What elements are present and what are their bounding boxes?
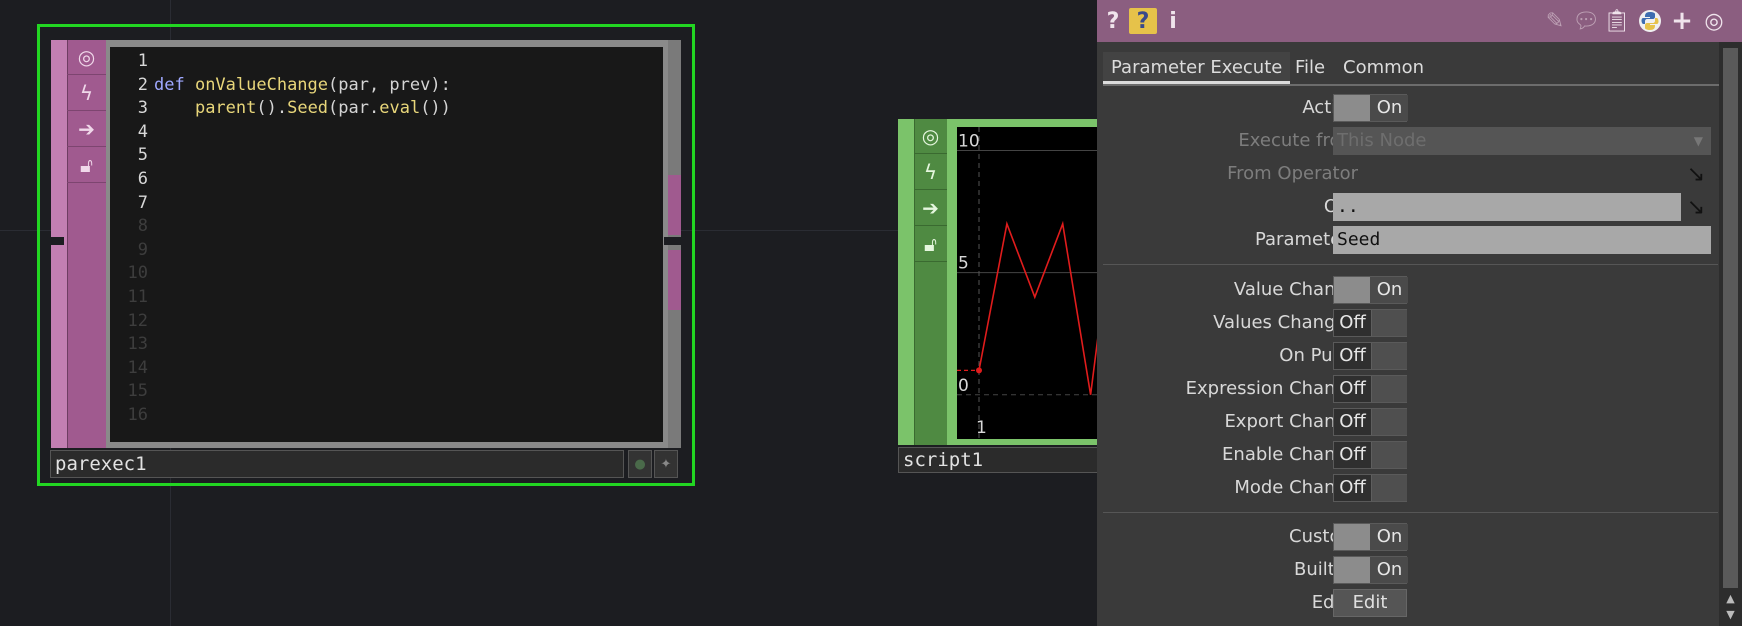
input-connector[interactable] xyxy=(48,237,64,245)
active-toggle[interactable]: On xyxy=(1333,94,1408,122)
lock-icon[interactable]: 🔓︎ xyxy=(67,148,106,183)
line-number: 4 xyxy=(137,121,148,142)
parexec-node-body: ◎ ϟ ➔ 🔓︎ 1 2 def onValueChange(par, prev):… xyxy=(51,40,681,448)
expression-change-label: Expression Change xyxy=(1185,378,1358,399)
values-changed-toggle[interactable]: Off xyxy=(1333,309,1407,337)
chevron-down-icon: ▼ xyxy=(1693,134,1703,148)
help-icon[interactable]: ? xyxy=(1103,8,1123,34)
line-number: 13 xyxy=(127,334,148,355)
code-viewer[interactable]: 1 2 def onValueChange(par, prev): 3 parent(… xyxy=(110,47,663,442)
line-number: 10 xyxy=(127,263,148,284)
pencil-icon[interactable]: ✎ xyxy=(1542,8,1568,34)
ops-label: OPs xyxy=(1058,193,1358,221)
code-line[interactable]: parent().Seed(par.eval()) xyxy=(154,98,451,118)
panel-scrollbar[interactable]: ▲ ▼ xyxy=(1719,42,1742,626)
tab-file[interactable]: File xyxy=(1287,52,1333,84)
execute-from-menu[interactable]: This Node ▼ xyxy=(1333,127,1711,155)
target-icon[interactable]: ◎ xyxy=(1700,8,1728,34)
x-tick-label: 1 xyxy=(976,418,987,438)
mode-change-toggle[interactable]: Off xyxy=(1333,474,1407,502)
comment-icon[interactable]: 💬︎ xyxy=(1572,8,1600,34)
mode-change-label: Mode Change xyxy=(1234,477,1358,498)
start-marker xyxy=(976,367,982,374)
from-operator-label: From Operator xyxy=(1227,163,1358,184)
clipboard-icon[interactable]: 📋︎ xyxy=(1603,8,1631,34)
edit-label: Edit.. xyxy=(1058,589,1358,617)
line-number: 9 xyxy=(137,239,148,260)
line-number: 14 xyxy=(127,357,148,378)
line-number: 5 xyxy=(137,145,148,166)
viewer-icon[interactable]: ◎ xyxy=(67,40,106,75)
enable-change-toggle[interactable]: Off xyxy=(1333,441,1407,469)
line-number: 7 xyxy=(137,192,148,213)
scroll-down-icon[interactable]: ▼ xyxy=(1723,608,1738,622)
value-change-label: Value Change xyxy=(1233,279,1358,300)
line-number: 2 xyxy=(137,74,148,95)
from-operator-arrow-icon[interactable]: ↘ xyxy=(1681,160,1711,188)
add-icon[interactable]: + xyxy=(1669,6,1695,36)
line-number: 16 xyxy=(127,405,148,425)
line-number: 6 xyxy=(137,169,148,189)
values-changed-label: Values Changed xyxy=(1213,312,1358,333)
bypass-icon[interactable]: ϟ xyxy=(67,76,106,111)
custom-toggle[interactable]: On xyxy=(1333,523,1408,551)
scroll-thumb[interactable] xyxy=(668,250,681,310)
viewer-icon[interactable]: ◎ xyxy=(914,119,947,154)
line-number: 12 xyxy=(127,310,148,331)
value-change-toggle[interactable]: On xyxy=(1333,276,1408,304)
scroll-thumb[interactable] xyxy=(1723,48,1738,588)
panel-toolbar: ? ? i ✎ 💬︎ 📋︎ + ◎ xyxy=(1097,0,1742,42)
node-name-label[interactable]: parexec1 xyxy=(50,450,624,478)
on-pulse-toggle[interactable]: Off xyxy=(1333,342,1407,370)
node-status-dot-icon[interactable]: ● xyxy=(628,450,652,478)
scroll-thumb[interactable] xyxy=(668,175,681,235)
enable-change-label: Enable Change xyxy=(1222,444,1358,465)
line-number: 15 xyxy=(127,381,148,402)
lock-icon[interactable]: 🔓︎ xyxy=(914,227,947,262)
y-tick-label: 5 xyxy=(958,254,969,274)
section-divider xyxy=(1103,264,1718,265)
code-line[interactable]: def onValueChange(par, prev): xyxy=(154,75,451,95)
export-change-label: Export Change xyxy=(1224,411,1358,432)
edit-button[interactable]: Edit xyxy=(1333,589,1407,617)
tab-parameter-execute[interactable]: Parameter Execute xyxy=(1103,52,1291,84)
line-number: 8 xyxy=(137,216,148,237)
expression-change-toggle[interactable]: Off xyxy=(1333,375,1407,403)
parameters-field[interactable]: Seed xyxy=(1333,226,1711,254)
ops-arrow-icon[interactable]: ↘ xyxy=(1681,193,1711,221)
parameters-label: Parameters xyxy=(1254,229,1358,250)
on-pulse-label: On Pulse xyxy=(1279,345,1358,366)
built-in-label: Built-In xyxy=(1293,559,1358,580)
bypass-icon[interactable]: ϟ xyxy=(914,155,947,190)
active-label: Active xyxy=(1302,97,1358,118)
output-connector[interactable] xyxy=(664,237,682,245)
python-icon[interactable] xyxy=(1637,8,1663,34)
y-tick-label: 10 xyxy=(958,132,980,152)
parexec-node[interactable]: ◎ ϟ ➔ 🔓︎ 1 2 def onValueChange(par, prev):… xyxy=(37,24,695,486)
export-change-toggle[interactable]: Off xyxy=(1333,408,1407,436)
built-in-toggle[interactable]: On xyxy=(1333,556,1408,584)
info-icon[interactable]: i xyxy=(1163,8,1183,34)
section-divider xyxy=(1103,512,1718,513)
node-viewer-toggle-icon[interactable]: ✦ xyxy=(654,450,678,478)
scroll-up-icon[interactable]: ▲ xyxy=(1723,592,1738,606)
ops-field[interactable]: .. xyxy=(1333,193,1681,221)
custom-label: Custom xyxy=(1289,526,1358,547)
tab-common[interactable]: Common xyxy=(1335,52,1432,84)
y-tick-label: 0 xyxy=(958,376,969,396)
display-flag-icon[interactable]: ➔ xyxy=(914,191,947,226)
execute-from-label: Execute from xyxy=(1238,130,1358,151)
line-number: 3 xyxy=(137,98,148,119)
line-number: 1 xyxy=(137,51,148,71)
parameter-tabs: Parameter Execute File Common xyxy=(1103,52,1723,86)
parameter-panel: ? ? i ✎ 💬︎ 📋︎ + ◎ Parameter Execute File… xyxy=(1097,0,1742,626)
line-number: 11 xyxy=(127,287,148,307)
display-flag-icon[interactable]: ➔ xyxy=(67,112,106,147)
python-help-icon[interactable]: ? xyxy=(1129,8,1157,34)
